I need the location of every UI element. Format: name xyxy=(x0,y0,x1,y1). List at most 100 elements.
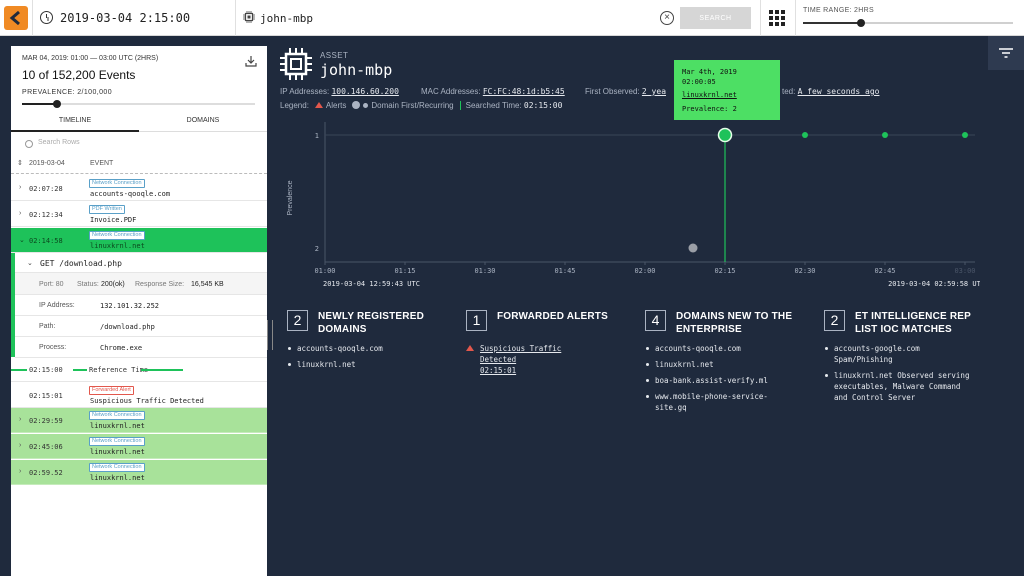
table-row[interactable]: › 02:29:59 Network Connection linuxkrnl.… xyxy=(11,408,267,433)
reference-time-row: 02:15:00 Reference Time xyxy=(11,357,267,382)
y-axis-label: Prevalence xyxy=(287,180,294,215)
data-point xyxy=(882,132,888,138)
time-value[interactable]: 2019-03-04 2:15:00 xyxy=(60,11,190,25)
list-item[interactable]: linuxkrnl.net xyxy=(645,359,820,370)
prevalence-chart: Prevalence 1 2 01:00 01:15 01:30 01:45 02:00 02:… xyxy=(287,122,980,288)
x-tick-label: 02:00 xyxy=(634,267,655,275)
event-type-badge: Network Connection xyxy=(89,411,145,420)
data-point xyxy=(688,243,698,253)
tab-timeline[interactable]: TIMELINE xyxy=(11,112,139,132)
searched-time-icon xyxy=(459,101,461,110)
end-time-label: 2019-03-04 02:59:58 UTC xyxy=(888,280,980,288)
download-icon[interactable] xyxy=(245,55,257,67)
clear-search-icon[interactable]: × xyxy=(660,11,674,25)
asset-name: john-mbp xyxy=(320,61,393,79)
data-point xyxy=(802,132,808,138)
event-type-badge: PDF Written xyxy=(89,205,125,214)
chevron-right-icon: › xyxy=(19,416,22,423)
detail-process: Process: Chrome.exe xyxy=(15,337,267,358)
asset-chip-icon xyxy=(280,48,312,80)
y-tick-label: 2 xyxy=(315,245,319,253)
top-bar: 2019-03-04 2:15:00 × SEARCH TIME RANGE: … xyxy=(0,0,1024,36)
response-info: Port: 80 Status: 200(ok) Response Size: … xyxy=(15,273,267,295)
domain-recurring-dot-icon xyxy=(363,103,369,108)
device-chip-icon xyxy=(243,11,255,23)
table-row[interactable]: › 02:12:34 PDF Written Invoice.PDF xyxy=(11,202,267,227)
chevron-right-icon: › xyxy=(19,468,22,475)
search-icon xyxy=(25,140,33,148)
list-item[interactable]: linuxkrnl.net Observed serving executabl… xyxy=(824,370,974,403)
list-item[interactable]: accounts-qooqle.com xyxy=(645,343,820,354)
app-logo[interactable] xyxy=(4,6,28,30)
x-tick-label: 02:30 xyxy=(794,267,815,275)
chart-legend: Legend: Alerts Domain First/Recurring Searc… xyxy=(280,101,563,110)
x-tick-label: 01:15 xyxy=(394,267,415,275)
prevalence-handle[interactable] xyxy=(53,100,61,108)
data-point xyxy=(962,132,968,138)
x-tick-label: 01:45 xyxy=(554,267,575,275)
ip-link[interactable]: 100.146.60.200 xyxy=(331,87,398,96)
event-type-badge: Network Connection xyxy=(89,231,145,240)
chevron-right-icon: › xyxy=(19,184,22,191)
first-observed: First Observed: 2 yea xyxy=(585,87,667,96)
filter-button[interactable] xyxy=(988,36,1024,70)
list-item[interactable]: linuxkrnl.net xyxy=(287,359,462,370)
column-event: EVENT xyxy=(90,160,114,167)
logo-chevron-icon xyxy=(9,10,20,26)
time-range-label: TIME RANGE: 2HRS xyxy=(803,7,874,14)
table-row[interactable]: › 02:59.52 Network Connection linuxkrnl.… xyxy=(11,460,267,485)
x-tick-label: 02:45 xyxy=(874,267,895,275)
x-tick-label: 01:30 xyxy=(474,267,495,275)
mac-link[interactable]: FC:FC:48:1d:b5:45 xyxy=(483,87,565,96)
alert-link[interactable]: Suspicious Traffic Detected 02:15:01 xyxy=(466,343,641,376)
clock-icon xyxy=(40,11,53,24)
table-row-selected[interactable]: ⌄ 02:14:58 Network Connection linuxkrnl.… xyxy=(11,228,267,253)
event-type-badge: Network Connection xyxy=(89,179,145,188)
list-item[interactable]: www.mobile-phone-service-site.gq xyxy=(645,391,775,413)
chart-tooltip: Mar 4th, 2019 02:00:05 linuxkrnl.net Pre… xyxy=(674,60,780,120)
chevron-down-icon: ⌄ xyxy=(27,260,33,267)
prevalence-label: PREVALENCE: 2/100,000 xyxy=(22,89,112,96)
range-text: MAR 04, 2019: 01:00 — 03:00 UTC (2HRS) xyxy=(22,55,159,62)
table-row[interactable]: 02:15:01 Forwarded Alert Suspicious Traf… xyxy=(11,383,267,408)
alert-badge: Forwarded Alert xyxy=(89,386,134,395)
prevalence-slider[interactable] xyxy=(22,100,255,108)
list-item[interactable]: accounts-qooqle.com xyxy=(287,343,462,354)
chevron-down-icon: ⌄ xyxy=(19,237,25,244)
mac-addresses: MAC Addresses: FC:FC:48:1d:b5:45 xyxy=(421,87,565,96)
search-rows-input[interactable]: Search Rows xyxy=(38,139,80,146)
time-range-slider[interactable] xyxy=(803,19,1013,27)
chevron-right-icon: › xyxy=(19,442,22,449)
time-range-handle[interactable] xyxy=(857,19,865,27)
sort-icon[interactable]: ⇕ xyxy=(17,159,23,167)
request-row[interactable]: ⌄ GET /download.php xyxy=(15,253,267,273)
detail-ip: IP Address: 132.101.32.252 xyxy=(15,295,267,316)
event-type-badge: Network Connection xyxy=(89,463,145,472)
filter-icon xyxy=(999,48,1013,58)
domain-first-dot-icon xyxy=(352,101,361,109)
column-date: 2019-03-04 xyxy=(29,160,65,167)
tooltip-domain-link[interactable]: linuxkrnl.net xyxy=(682,91,737,99)
table-row[interactable]: › 02:45:06 Network Connection linuxkrnl.… xyxy=(11,434,267,459)
table-row[interactable]: › 02:07:28 Network Connection accounts-q… xyxy=(11,176,267,201)
chevron-right-icon: › xyxy=(19,210,22,217)
first-observed-link[interactable]: 2 yea xyxy=(642,87,666,96)
search-button[interactable]: SEARCH xyxy=(680,7,751,29)
last-observed: ted: A few seconds ago xyxy=(782,87,880,96)
x-tick-label: 02:15 xyxy=(714,267,735,275)
list-item[interactable]: boa-bank.assist-verify.ml xyxy=(645,375,820,386)
alert-icon xyxy=(466,345,474,351)
panel-resize-handle[interactable] xyxy=(267,320,273,350)
event-type-badge: Network Connection xyxy=(89,437,145,446)
timeline-panel: MAR 04, 2019: 01:00 — 03:00 UTC (2HRS) 1… xyxy=(11,46,267,576)
event-details: ⌄ GET /download.php Port: 80 Status: 200… xyxy=(11,253,267,358)
detail-path: Path: /download.php xyxy=(15,316,267,337)
start-time-label: 2019-03-04 12:59:43 UTC xyxy=(323,280,420,288)
y-tick-label: 1 xyxy=(315,132,319,140)
apps-grid-icon[interactable] xyxy=(769,10,785,26)
tab-domains[interactable]: DOMAINS xyxy=(139,112,267,132)
x-tick-label: 03:00 xyxy=(954,267,975,275)
list-item[interactable]: accounts-google.com Spam/Phishing xyxy=(824,343,954,365)
last-observed-link[interactable]: A few seconds ago xyxy=(798,87,880,96)
search-input[interactable] xyxy=(260,9,650,27)
